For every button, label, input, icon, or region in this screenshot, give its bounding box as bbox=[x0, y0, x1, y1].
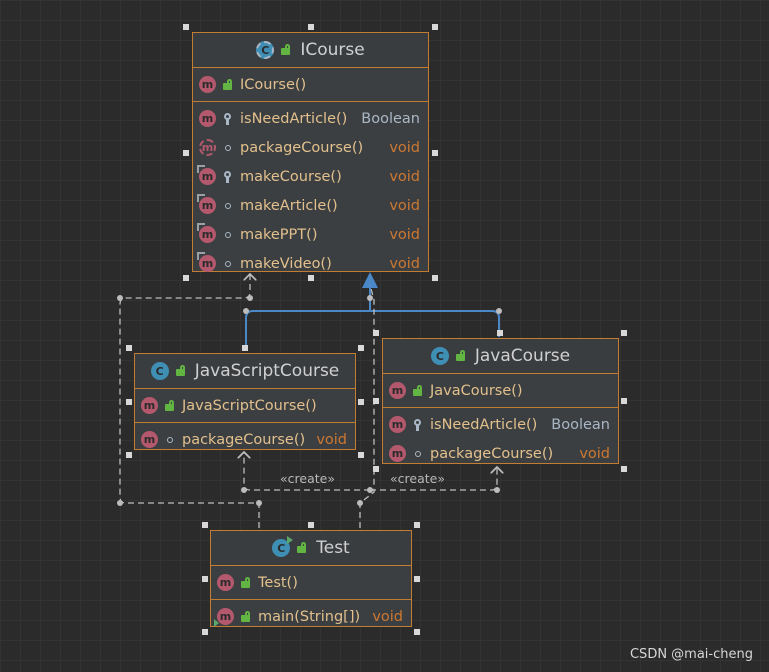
method-icon: m bbox=[389, 416, 406, 433]
abstract-class-icon: C bbox=[256, 41, 275, 59]
member-name: ICourse() bbox=[240, 76, 307, 93]
class-icon: C bbox=[430, 347, 449, 365]
member-row[interactable]: m makeVideo() void bbox=[193, 249, 428, 278]
node-javascriptcourse-title: JavaScriptCourse bbox=[194, 361, 340, 381]
member-name: JavaCourse() bbox=[430, 382, 523, 399]
member-name: makeCourse() bbox=[240, 168, 342, 185]
public-visibility-icon bbox=[240, 610, 252, 623]
member-row[interactable]: m ICourse() bbox=[193, 70, 428, 99]
member-name: makePPT() bbox=[240, 226, 318, 243]
node-test-methods: m main(String[]) void bbox=[211, 600, 411, 633]
member-name: Test() bbox=[258, 574, 298, 591]
public-visibility-icon bbox=[412, 384, 424, 397]
override-method-icon: m bbox=[197, 252, 216, 272]
node-javascriptcourse-methods: m packageCourse() void bbox=[135, 423, 355, 456]
node-javacourse[interactable]: C JavaCourse m JavaCourse() m isNeedArti… bbox=[382, 338, 619, 464]
member-name: main(String[]) bbox=[258, 608, 361, 625]
runnable-class-icon: C bbox=[272, 536, 294, 557]
public-visibility-icon bbox=[222, 78, 234, 91]
member-type: void bbox=[389, 197, 420, 214]
node-icourse-constructors: m ICourse() bbox=[193, 68, 428, 102]
method-icon: m bbox=[389, 382, 406, 399]
member-row[interactable]: m packageCourse() void bbox=[135, 425, 355, 454]
member-row[interactable]: m isNeedArticle() Boolean bbox=[193, 104, 428, 133]
public-visibility-icon bbox=[455, 350, 467, 362]
member-name: isNeedArticle() bbox=[430, 416, 538, 433]
package-visibility-icon bbox=[164, 434, 176, 446]
member-row[interactable]: m makeArticle() void bbox=[193, 191, 428, 220]
run-method-icon: m bbox=[214, 608, 234, 627]
member-row[interactable]: m packageCourse() void bbox=[193, 133, 428, 162]
package-visibility-icon bbox=[222, 229, 234, 241]
override-method-icon: m bbox=[197, 194, 216, 214]
package-visibility-icon bbox=[222, 142, 234, 154]
node-test-header: C Test bbox=[211, 531, 411, 566]
member-type: void bbox=[389, 255, 420, 272]
package-visibility-icon bbox=[222, 200, 234, 212]
node-javascriptcourse-header: C JavaScriptCourse bbox=[135, 354, 355, 389]
member-name: isNeedArticle() bbox=[240, 110, 348, 127]
node-test[interactable]: C Test m Test() m main(String[]) void bbox=[210, 530, 412, 627]
node-test-title: Test bbox=[316, 538, 350, 558]
protected-visibility-icon bbox=[412, 418, 424, 431]
member-type: Boolean bbox=[361, 110, 420, 127]
protected-visibility-icon bbox=[222, 170, 234, 183]
node-javascriptcourse-constructors: m JavaScriptCourse() bbox=[135, 389, 355, 423]
member-name: packageCourse() bbox=[240, 139, 364, 156]
member-type: void bbox=[389, 139, 420, 156]
public-visibility-icon bbox=[280, 44, 292, 56]
method-icon: m bbox=[141, 431, 158, 448]
member-type: void bbox=[579, 445, 610, 462]
member-row[interactable]: m makePPT() void bbox=[193, 220, 428, 249]
node-javacourse-header: C JavaCourse bbox=[383, 339, 618, 374]
create-label-right: «create» bbox=[390, 471, 445, 486]
member-type: void bbox=[372, 608, 403, 625]
member-name: packageCourse() bbox=[430, 445, 554, 462]
node-icourse-header: C ICourse bbox=[193, 33, 428, 68]
member-name: packageCourse() bbox=[182, 431, 306, 448]
member-type: void bbox=[389, 168, 420, 185]
member-type: void bbox=[316, 431, 347, 448]
package-visibility-icon bbox=[412, 448, 424, 460]
member-name: makeVideo() bbox=[240, 255, 332, 272]
node-test-constructors: m Test() bbox=[211, 566, 411, 600]
abstract-method-icon: m bbox=[199, 139, 216, 156]
method-icon: m bbox=[199, 110, 216, 127]
member-type: void bbox=[389, 226, 420, 243]
member-row[interactable]: m main(String[]) void bbox=[211, 602, 411, 631]
method-icon: m bbox=[141, 397, 158, 414]
override-method-icon: m bbox=[197, 165, 216, 185]
protected-visibility-icon bbox=[222, 112, 234, 125]
method-icon: m bbox=[217, 574, 234, 591]
public-visibility-icon bbox=[164, 399, 176, 412]
override-method-icon: m bbox=[197, 223, 216, 243]
member-row[interactable]: m makeCourse() void bbox=[193, 162, 428, 191]
method-icon: m bbox=[199, 76, 216, 93]
create-label-left: «create» bbox=[280, 471, 335, 486]
member-row[interactable]: m JavaScriptCourse() bbox=[135, 391, 355, 420]
member-name: JavaScriptCourse() bbox=[182, 397, 317, 414]
member-row[interactable]: m packageCourse() void bbox=[383, 439, 618, 468]
member-name: makeArticle() bbox=[240, 197, 338, 214]
package-visibility-icon bbox=[222, 258, 234, 270]
public-visibility-icon bbox=[240, 576, 252, 589]
node-javascriptcourse[interactable]: C JavaScriptCourse m JavaScriptCourse() … bbox=[134, 353, 356, 450]
node-javacourse-constructors: m JavaCourse() bbox=[383, 374, 618, 408]
public-visibility-icon bbox=[175, 365, 187, 377]
node-icourse-title: ICourse bbox=[300, 40, 365, 60]
node-javacourse-title: JavaCourse bbox=[474, 346, 571, 366]
method-icon: m bbox=[389, 445, 406, 462]
watermark: CSDN @mai-cheng bbox=[629, 647, 753, 662]
class-icon: C bbox=[150, 362, 169, 380]
member-type: Boolean bbox=[551, 416, 610, 433]
member-row[interactable]: m Test() bbox=[211, 568, 411, 597]
member-row[interactable]: m isNeedArticle() Boolean bbox=[383, 410, 618, 439]
node-javacourse-methods: m isNeedArticle() Boolean m packageCours… bbox=[383, 408, 618, 470]
node-icourse-methods: m isNeedArticle() Boolean m packageCours… bbox=[193, 102, 428, 280]
node-icourse[interactable]: C ICourse m ICourse() m isNeedArticle() … bbox=[192, 32, 429, 272]
public-visibility-icon bbox=[296, 542, 308, 554]
member-row[interactable]: m JavaCourse() bbox=[383, 376, 618, 405]
